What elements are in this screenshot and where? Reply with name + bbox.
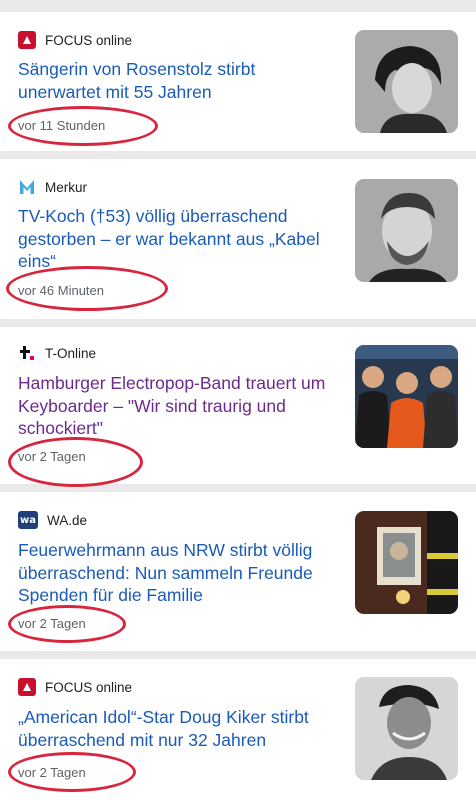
source-name: T-Online	[45, 345, 97, 361]
article-title[interactable]: „American Idol“-Star Doug Kiker stirbt ü…	[18, 706, 338, 751]
source-row: Merkur	[18, 178, 87, 196]
article-thumbnail[interactable]	[355, 30, 458, 133]
source-name: FOCUS online	[45, 679, 133, 695]
source-row: T-Online	[18, 344, 96, 362]
article-thumbnail[interactable]	[355, 345, 458, 448]
focus-logo-icon	[18, 31, 36, 49]
annotation-circle	[8, 106, 158, 146]
source-name: FOCUS online	[45, 32, 133, 48]
wa-logo-icon: wa	[18, 511, 38, 529]
annotation-circle	[8, 605, 126, 643]
annotation-circle	[6, 266, 168, 311]
source-name: WA.de	[47, 512, 88, 528]
news-card[interactable]: FOCUS online Sängerin von Rosenstolz sti…	[0, 12, 476, 151]
news-card[interactable]: FOCUS online „American Idol“-Star Doug K…	[0, 659, 476, 800]
news-card[interactable]: wa WA.de Feuerwehrmann aus NRW stirbt vö…	[0, 492, 476, 651]
t-online-logo-icon	[18, 344, 36, 362]
source-name: Merkur	[45, 179, 88, 195]
source-row: FOCUS online	[18, 31, 132, 49]
news-card[interactable]: Merkur TV-Koch (†53) völlig überraschend…	[0, 159, 476, 319]
wa-logo-letters: wa	[20, 514, 36, 526]
article-title[interactable]: Feuerwehrmann aus NRW stirbt völlig über…	[18, 539, 338, 607]
source-row: FOCUS online	[18, 678, 132, 696]
source-row: wa WA.de	[18, 511, 87, 529]
article-title[interactable]: TV-Koch (†53) völlig überraschend gestor…	[18, 205, 338, 273]
news-card[interactable]: T-Online Hamburger Electropop-Band traue…	[0, 327, 476, 487]
annotation-circle	[8, 437, 143, 487]
article-thumbnail[interactable]	[355, 677, 458, 780]
article-title[interactable]: Sängerin von Rosenstolz stirbt unerwarte…	[18, 58, 338, 103]
article-title[interactable]: Hamburger Electropop-Band trauert um Key…	[18, 372, 338, 440]
article-thumbnail[interactable]	[355, 511, 458, 614]
focus-logo-icon	[18, 678, 36, 696]
article-thumbnail[interactable]	[355, 179, 458, 282]
annotation-circle	[8, 752, 136, 792]
merkur-logo-icon	[18, 178, 36, 196]
